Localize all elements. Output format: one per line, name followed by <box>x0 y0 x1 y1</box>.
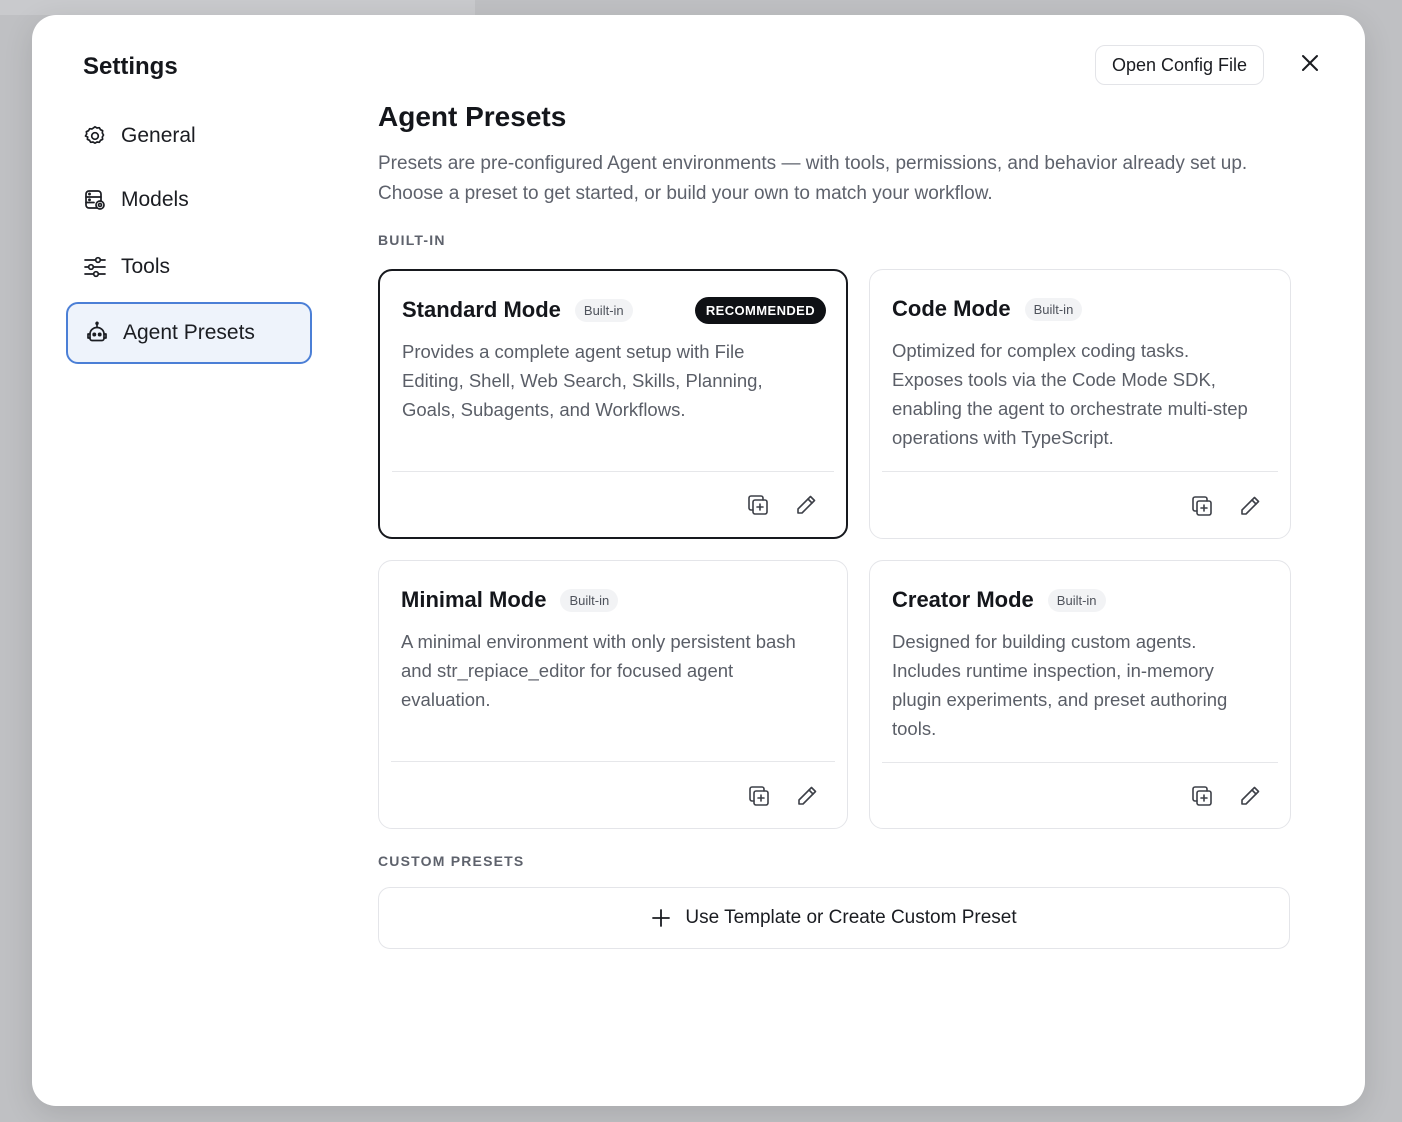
backdrop <box>0 0 475 15</box>
card-divider <box>391 761 835 762</box>
duplicate-icon[interactable] <box>1190 784 1214 808</box>
builtin-badge: Built-in <box>1047 588 1106 612</box>
preset-card-standard[interactable]: Standard Mode Built-in RECOMMENDED Provi… <box>378 269 848 539</box>
edit-icon[interactable] <box>794 493 818 517</box>
card-divider <box>882 762 1278 763</box>
sidebar-item-agent-presets[interactable]: Agent Presets <box>66 302 312 364</box>
builtin-badge: Built-in <box>574 298 633 322</box>
settings-title: Settings <box>83 53 178 80</box>
preset-description: Optimized for complex coding tasks. Expo… <box>892 340 1248 448</box>
sidebar-item-tools[interactable]: Tools <box>66 236 312 298</box>
recommended-badge: RECOMMENDED <box>694 296 826 324</box>
duplicate-icon[interactable] <box>746 493 770 517</box>
plus-icon <box>651 908 671 928</box>
preset-description: A minimal environment with only persiste… <box>401 631 796 710</box>
edit-icon[interactable] <box>795 784 819 808</box>
sidebar-item-label: Agent Presets <box>123 321 255 344</box>
settings-modal: Settings General Models Tools Agent Pres… <box>32 15 1365 1106</box>
close-button[interactable] <box>1296 51 1324 79</box>
preset-card-creator[interactable]: Creator Mode Built-in Designed for build… <box>869 560 1291 829</box>
builtin-badge: Built-in <box>560 588 619 612</box>
close-icon <box>1300 53 1320 78</box>
sidebar-item-label: Tools <box>121 255 171 278</box>
preset-name: Standard Mode <box>402 297 561 322</box>
builtin-badge: Built-in <box>1024 297 1083 321</box>
page-description: Presets are pre-configured Agent environ… <box>378 153 1248 204</box>
duplicate-icon[interactable] <box>1190 494 1214 518</box>
page-title: Agent Presets <box>378 101 567 132</box>
sidebar-item-models[interactable]: Models <box>66 169 312 231</box>
preset-card-minimal[interactable]: Minimal Mode Built-in A minimal environm… <box>378 560 848 829</box>
preset-description: Designed for building custom agents. Inc… <box>892 631 1228 739</box>
sliders-icon <box>82 254 108 280</box>
sidebar-item-label: General <box>121 124 196 147</box>
preset-card-code[interactable]: Code Mode Built-in Optimized for complex… <box>869 269 1291 539</box>
card-divider <box>392 471 834 472</box>
create-custom-preset-label: Use Template or Create Custom Preset <box>685 907 1017 928</box>
preset-description: Provides a complete agent setup with Fil… <box>402 341 763 420</box>
sidebar-item-general[interactable]: General <box>66 105 312 167</box>
card-divider <box>882 471 1278 472</box>
sidebar-item-label: Models <box>121 188 189 211</box>
robot-icon <box>84 320 110 346</box>
custom-presets-section-label: CUSTOM PRESETS <box>378 853 525 869</box>
database-icon <box>82 187 108 213</box>
preset-name: Minimal Mode <box>401 587 547 612</box>
open-config-file-button[interactable]: Open Config File <box>1095 45 1264 85</box>
preset-name: Creator Mode <box>892 587 1034 612</box>
edit-icon[interactable] <box>1238 784 1262 808</box>
preset-name: Code Mode <box>892 296 1011 321</box>
builtin-section-label: BUILT-IN <box>378 232 446 248</box>
edit-icon[interactable] <box>1238 494 1262 518</box>
duplicate-icon[interactable] <box>747 784 771 808</box>
gear-icon <box>82 123 108 149</box>
create-custom-preset-button[interactable]: Use Template or Create Custom Preset <box>378 887 1290 949</box>
